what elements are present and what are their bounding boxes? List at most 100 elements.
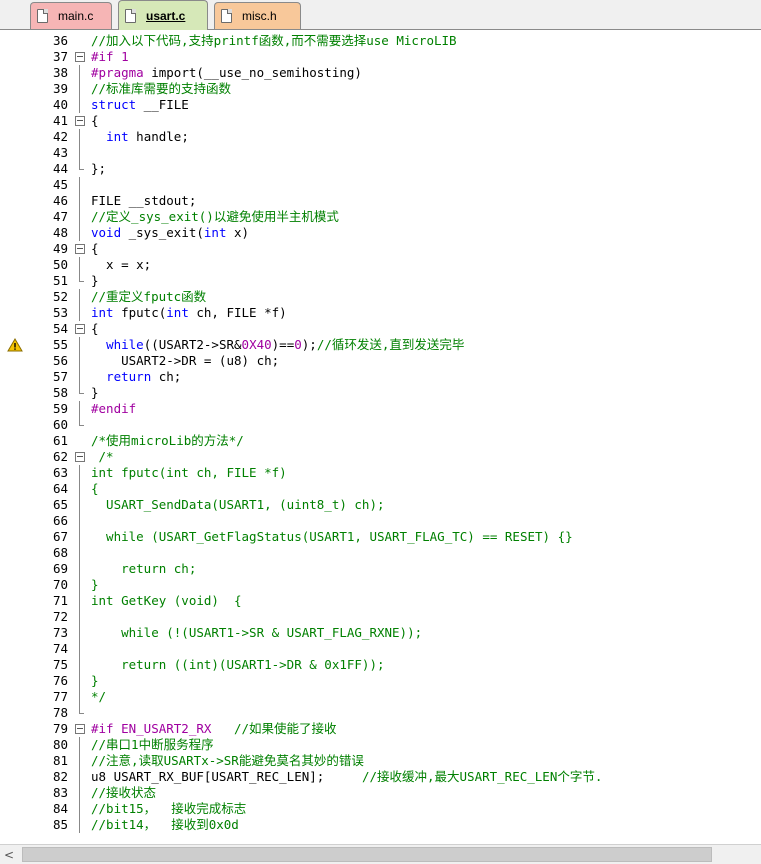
fold-toggle-icon[interactable] — [75, 49, 85, 65]
code-token: ((USART2->SR& — [143, 337, 242, 352]
code-text: */ — [91, 689, 106, 705]
code-line[interactable]: 70} — [0, 577, 761, 593]
code-line[interactable]: 74 — [0, 641, 761, 657]
fold-line — [76, 481, 84, 497]
code-line[interactable]: 51} — [0, 273, 761, 289]
fold-line — [76, 97, 84, 113]
code-token: //循环发送,直到发送完毕 — [316, 337, 465, 352]
code-line[interactable]: 84 //bit15， 接收完成标志 — [0, 801, 761, 817]
code-line[interactable]: 49 { — [0, 241, 761, 257]
code-line[interactable]: 65 USART_SendData(USART1, (uint8_t) ch); — [0, 497, 761, 513]
code-token: return ch; — [91, 561, 197, 576]
code-line[interactable]: 79 #if EN_USART2_RX //如果使能了接收 — [0, 721, 761, 737]
code-line[interactable]: 58} — [0, 385, 761, 401]
fold-toggle-icon[interactable] — [75, 721, 85, 737]
line-number: 78 — [52, 705, 68, 720]
horizontal-scrollbar[interactable]: < — [0, 844, 761, 864]
line-number: 40 — [52, 97, 68, 112]
code-token: { — [91, 241, 99, 256]
code-line[interactable]: 39 //标准库需要的支持函数 — [0, 81, 761, 97]
code-line[interactable]: 83 //接收状态 — [0, 785, 761, 801]
fold-line — [76, 737, 84, 753]
code-line[interactable]: 38 #pragma import(__use_no_semihosting) — [0, 65, 761, 81]
code-line[interactable]: 60 — [0, 417, 761, 433]
code-line[interactable]: 82 u8 USART_RX_BUF[USART_REC_LEN]; //接收缓冲… — [0, 769, 761, 785]
code-line[interactable]: 61 /*使用microLib的方法*/ — [0, 433, 761, 449]
code-token: //注意,读取USARTx->SR能避免莫名其妙的错误 — [91, 753, 364, 768]
code-line[interactable]: 71 int GetKey (void) { — [0, 593, 761, 609]
file-icon — [125, 8, 136, 23]
code-line[interactable]: 80 //串口1中断服务程序 — [0, 737, 761, 753]
code-text: { — [91, 481, 99, 497]
fold-line — [76, 161, 84, 177]
code-text: x = x; — [91, 257, 151, 273]
code-line[interactable]: 72 — [0, 609, 761, 625]
code-line[interactable]: 41 { — [0, 113, 761, 129]
code-line[interactable]: 52 //重定义fputc函数 — [0, 289, 761, 305]
fold-toggle-icon[interactable] — [75, 449, 85, 465]
code-line[interactable]: 63 int fputc(int ch, FILE *f) — [0, 465, 761, 481]
tab-usart-c[interactable]: usart.c — [118, 0, 208, 30]
code-line[interactable]: 42 int handle; — [0, 129, 761, 145]
fold-line — [76, 513, 84, 529]
tab-main-c[interactable]: main.c — [30, 2, 112, 29]
code-line[interactable]: 48 void _sys_exit(int x) — [0, 225, 761, 241]
line-number: 52 — [52, 289, 68, 304]
code-line[interactable]: 69 return ch; — [0, 561, 761, 577]
code-line[interactable]: 45 — [0, 177, 761, 193]
code-line[interactable]: 40 struct __FILE — [0, 97, 761, 113]
code-line[interactable]: 56 USART2->DR = (u8) ch; — [0, 353, 761, 369]
code-line[interactable]: 64 { — [0, 481, 761, 497]
code-token: int — [91, 305, 114, 320]
fold-toggle-icon[interactable] — [75, 241, 85, 257]
code-text: //串口1中断服务程序 — [91, 737, 214, 753]
code-text: } — [91, 673, 99, 689]
code-text: /* — [91, 449, 114, 465]
fold-line — [76, 225, 84, 241]
code-line[interactable]: 50 x = x; — [0, 257, 761, 273]
code-line[interactable]: 67 while (USART_GetFlagStatus(USART1, US… — [0, 529, 761, 545]
code-text: #if 1 — [91, 49, 129, 65]
code-line[interactable]: 43 — [0, 145, 761, 161]
scrollbar-thumb[interactable] — [22, 847, 712, 862]
code-line[interactable]: 59 #endif — [0, 401, 761, 417]
code-line[interactable]: 36 //加入以下代码,支持printf函数,而不需要选择use MicroLIB — [0, 33, 761, 49]
code-line[interactable]: 85 //bit14， 接收到0x0d — [0, 817, 761, 833]
line-number: 73 — [52, 625, 68, 640]
code-text: u8 USART_RX_BUF[USART_REC_LEN]; //接收缓冲,最… — [91, 769, 602, 785]
code-line[interactable]: 78 — [0, 705, 761, 721]
code-line[interactable]: 75 return ((int)(USART1->DR & 0x1FF)); — [0, 657, 761, 673]
code-token: 0 — [294, 337, 302, 352]
code-line[interactable]: 76} — [0, 673, 761, 689]
code-token: //重定义fputc函数 — [91, 289, 207, 304]
code-line[interactable]: 68 — [0, 545, 761, 561]
line-number: 58 — [52, 385, 68, 400]
code-line[interactable]: 77 */ — [0, 689, 761, 705]
fold-toggle-icon[interactable] — [75, 321, 85, 337]
code-line[interactable]: 81 //注意,读取USARTx->SR能避免莫名其妙的错误 — [0, 753, 761, 769]
tab-misc-h[interactable]: misc.h — [214, 2, 301, 29]
code-line[interactable]: 37 #if 1 — [0, 49, 761, 65]
code-line[interactable]: 54 { — [0, 321, 761, 337]
fold-toggle-icon[interactable] — [75, 113, 85, 129]
code-line[interactable]: 66 — [0, 513, 761, 529]
code-editor[interactable]: 36 //加入以下代码,支持printf函数,而不需要选择use MicroLIB… — [0, 30, 761, 844]
code-line[interactable]: 47 //定义_sys_exit()以避免使用半主机模式 — [0, 209, 761, 225]
fold-line — [76, 65, 84, 81]
code-line[interactable]: 44}; — [0, 161, 761, 177]
code-line[interactable]: 62 /* — [0, 449, 761, 465]
code-token: } — [91, 273, 99, 288]
code-line[interactable]: 73 while (!(USART1->SR & USART_FLAG_RXNE… — [0, 625, 761, 641]
code-line[interactable]: 46 FILE __stdout; — [0, 193, 761, 209]
fold-line — [76, 673, 84, 689]
code-line[interactable]: 57 return ch; — [0, 369, 761, 385]
code-text: FILE __stdout; — [91, 193, 196, 209]
code-token: //接收缓冲,最大USART_REC_LEN个字节. — [361, 769, 603, 784]
line-number: 51 — [52, 273, 68, 288]
code-line[interactable]: 55 while((USART2->SR&0X40)==0);//循环发送,直到… — [0, 337, 761, 353]
code-line[interactable]: 53 int fputc(int ch, FILE *f) — [0, 305, 761, 321]
fold-line — [76, 529, 84, 545]
scroll-left-icon[interactable]: < — [4, 848, 14, 862]
